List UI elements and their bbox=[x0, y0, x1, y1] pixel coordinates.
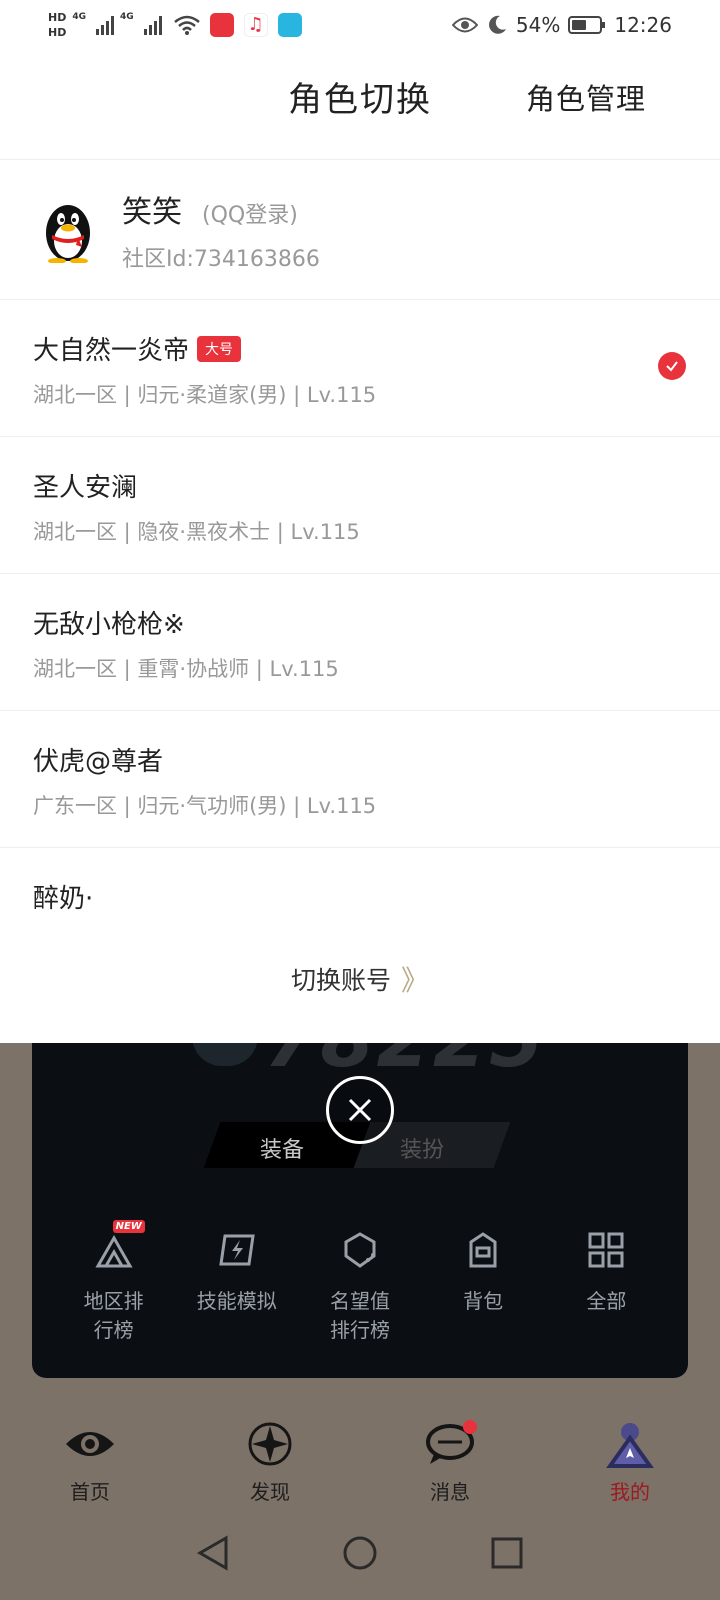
moon-icon bbox=[488, 15, 506, 34]
role-detail: 湖北一区 | 隐夜·黑夜术士 | Lv.115 bbox=[33, 520, 360, 544]
menu-label-line2: 排行榜 bbox=[329, 1318, 390, 1342]
community-id: 社区Id:734163866 bbox=[122, 246, 320, 272]
role-detail: 广东一区 | 归元·气功师(男) | Lv.115 bbox=[33, 794, 377, 818]
role-item[interactable]: 无敌小枪枪※ 湖北一区 | 重霄·协战师 | Lv.115 bbox=[0, 574, 720, 711]
nav-discover[interactable]: 发现 bbox=[200, 1410, 340, 1506]
menu-label-line1: 背包 bbox=[463, 1289, 504, 1313]
menu-label-line2: 行榜 bbox=[93, 1318, 134, 1342]
login-type: (QQ登录) bbox=[202, 202, 298, 228]
chevron-right-icon: 》 bbox=[401, 964, 430, 997]
role-detail: 湖北一区 | 重霄·协战师 | Lv.115 bbox=[33, 657, 339, 681]
feature-menu: NEW 地区排 行榜 技能模拟 名望值 排行榜 背包 全部 bbox=[32, 1220, 688, 1343]
fame-shield-icon bbox=[344, 1232, 376, 1268]
role-item[interactable]: 醉奶· bbox=[0, 848, 720, 913]
role-name: 醉奶· bbox=[33, 884, 94, 913]
system-nav-bar bbox=[0, 1506, 720, 1600]
home-eye-icon bbox=[66, 1432, 114, 1456]
compass-star-icon bbox=[248, 1422, 292, 1466]
nav-home-label: 首页 bbox=[70, 1480, 110, 1504]
mountain-flag-icon bbox=[95, 1234, 133, 1268]
music-app-icon: ♫ bbox=[243, 13, 268, 37]
nav-discover-label: 发现 bbox=[250, 1480, 290, 1504]
battery-icon bbox=[568, 16, 606, 34]
backpack-icon bbox=[469, 1232, 497, 1268]
bottom-nav: 首页 发现 消息 我的 bbox=[0, 1410, 720, 1506]
role-item[interactable]: 大自然一炎帝 大号 湖北一区 | 归元·柔道家(男) | Lv.115 bbox=[0, 300, 720, 437]
network-type-2: 4G bbox=[120, 12, 134, 22]
nav-messages-label: 消息 bbox=[430, 1480, 470, 1504]
menu-label-line1: 全部 bbox=[586, 1289, 627, 1313]
sheet-header: 角色切换 角色管理 bbox=[0, 50, 720, 160]
selected-check-icon bbox=[658, 352, 686, 380]
role-switch-sheet: 角色切换 角色管理 笑笑 (QQ登录) 社区Id:734163866 大自然一炎… bbox=[0, 50, 720, 1043]
home-circle-icon[interactable] bbox=[342, 1535, 378, 1571]
tab-dress-up-label: 装扮 bbox=[400, 1138, 445, 1163]
nav-home[interactable]: 首页 bbox=[20, 1410, 160, 1506]
lightning-card-icon bbox=[219, 1234, 255, 1266]
menu-item-fame-ranking[interactable]: 名望值 排行榜 bbox=[305, 1230, 415, 1343]
switch-account-button[interactable]: 切换账号 》 bbox=[0, 915, 720, 1043]
account-info: 笑笑 (QQ登录) 社区Id:734163866 bbox=[0, 160, 720, 300]
menu-label-line1: 地区排 bbox=[83, 1289, 144, 1313]
account-name: 笑笑 bbox=[122, 194, 182, 230]
app-notification-icon-1 bbox=[209, 13, 234, 37]
tab-equipment-label: 装备 bbox=[260, 1138, 305, 1163]
eye-icon bbox=[451, 17, 478, 33]
profile-icon bbox=[606, 1423, 654, 1468]
battery-percent: 54% bbox=[515, 13, 561, 37]
hd-indicator: HD HD bbox=[48, 11, 67, 39]
unread-dot bbox=[463, 1420, 477, 1434]
status-bar: HD HD 4G 4G ♫ 54% 12:26 bbox=[0, 0, 720, 50]
reader-app-icon bbox=[277, 13, 302, 37]
switch-account-label: 切换账号 bbox=[290, 966, 391, 995]
role-item[interactable]: 圣人安澜 湖北一区 | 隐夜·黑夜术士 | Lv.115 bbox=[0, 437, 720, 574]
network-type-1: 4G bbox=[72, 12, 86, 22]
menu-item-all[interactable]: 全部 bbox=[551, 1230, 661, 1343]
grid-icon bbox=[588, 1232, 624, 1268]
menu-item-backpack[interactable]: 背包 bbox=[428, 1230, 538, 1343]
role-name: 大自然一炎帝 bbox=[33, 336, 190, 366]
signal-icon-1 bbox=[96, 15, 114, 35]
menu-label-line1: 名望值 bbox=[329, 1289, 390, 1313]
role-item[interactable]: 伏虎@尊者 广东一区 | 归元·气功师(男) | Lv.115 bbox=[0, 711, 720, 848]
menu-item-skill-sim[interactable]: 技能模拟 bbox=[182, 1230, 292, 1343]
role-manage-button[interactable]: 角色管理 bbox=[526, 76, 646, 118]
signal-icon-2 bbox=[143, 15, 162, 35]
role-name: 伏虎@尊者 bbox=[33, 747, 164, 777]
role-list: 大自然一炎帝 大号 湖北一区 | 归元·柔道家(男) | Lv.115 圣人安澜… bbox=[0, 300, 720, 913]
role-name: 圣人安澜 bbox=[33, 473, 138, 503]
close-sheet-button[interactable] bbox=[326, 1076, 394, 1144]
game-profile-card: 78225 装备 装扮 NEW 地区排 行榜 技能模拟 bbox=[32, 1000, 688, 1378]
role-detail: 湖北一区 | 归元·柔道家(男) | Lv.115 bbox=[33, 383, 377, 407]
role-name: 无敌小枪枪※ bbox=[33, 610, 185, 640]
main-role-badge: 大号 bbox=[197, 335, 242, 362]
close-icon bbox=[348, 1098, 372, 1122]
new-badge: NEW bbox=[112, 1220, 145, 1233]
qq-penguin-avatar bbox=[46, 204, 90, 263]
wifi-icon bbox=[173, 15, 200, 35]
nav-messages[interactable]: 消息 bbox=[380, 1410, 520, 1506]
nav-mine-label: 我的 bbox=[610, 1480, 650, 1504]
recents-icon[interactable] bbox=[490, 1536, 524, 1570]
menu-item-region-ranking[interactable]: NEW 地区排 行榜 bbox=[59, 1220, 169, 1343]
back-icon[interactable] bbox=[196, 1535, 230, 1571]
menu-label-line1: 技能模拟 bbox=[196, 1289, 277, 1313]
nav-mine[interactable]: 我的 bbox=[560, 1410, 700, 1506]
clock: 12:26 bbox=[614, 13, 672, 37]
